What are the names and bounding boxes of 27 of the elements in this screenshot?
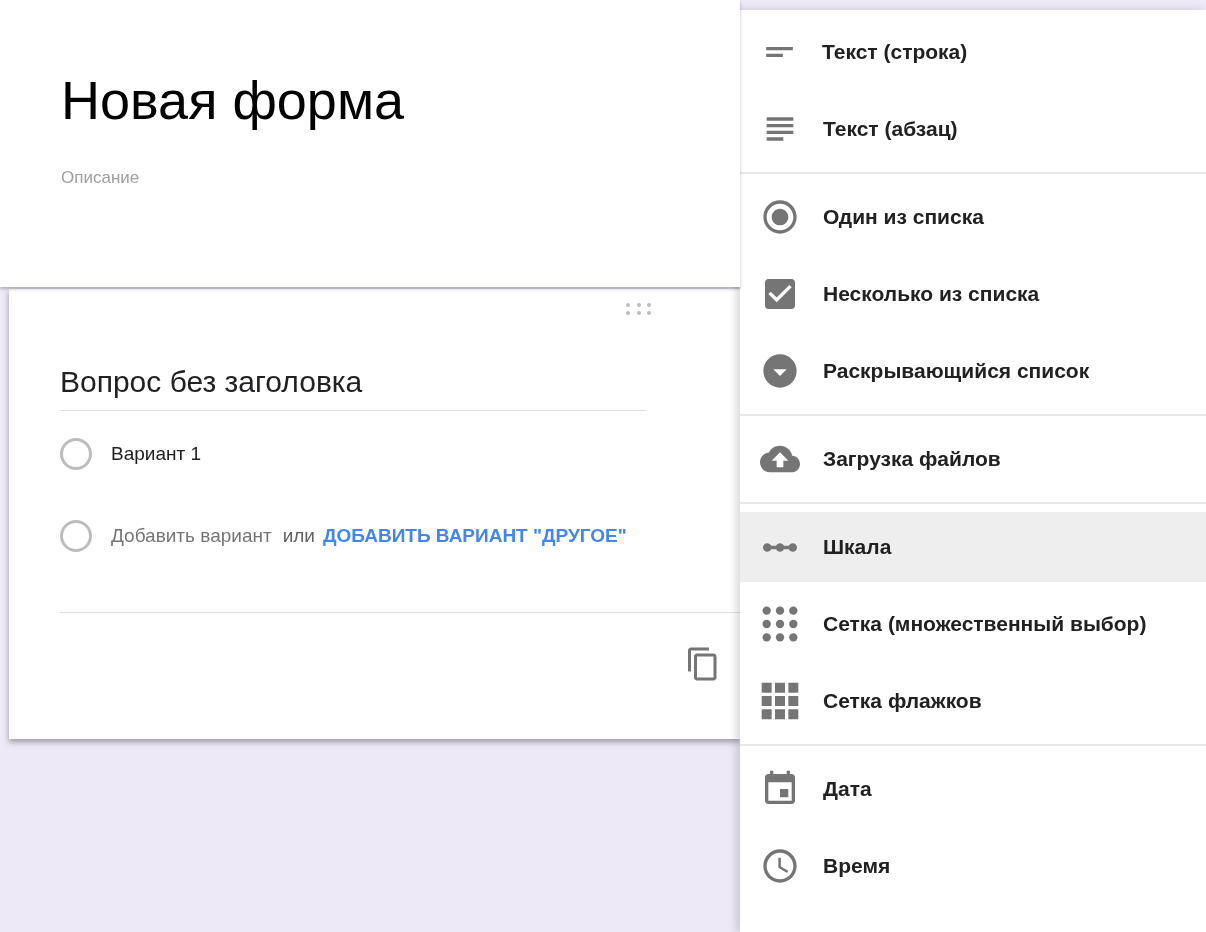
- form-title[interactable]: Новая форма: [61, 68, 405, 132]
- menu-item[interactable]: Шкала: [740, 512, 1206, 582]
- or-text: или: [282, 523, 315, 548]
- menu-item[interactable]: Текст (абзац): [740, 94, 1206, 164]
- menu-item[interactable]: Несколько из списка: [740, 259, 1206, 329]
- add-option-field[interactable]: Добавить вариант: [111, 521, 272, 551]
- square-grid-icon: [760, 681, 800, 721]
- add-other-link[interactable]: ДОБАВИТЬ ВАРИАНТ "ДРУГОЕ": [322, 521, 627, 551]
- dropdown-icon: [760, 351, 800, 391]
- question-title[interactable]: Вопрос без заголовка: [60, 359, 646, 411]
- clock-icon: [760, 846, 800, 886]
- menu-item[interactable]: Сетка флажков: [740, 666, 1206, 736]
- menu-item[interactable]: Загрузка файлов: [740, 424, 1206, 494]
- radio-button[interactable]: [60, 438, 92, 470]
- menu-item[interactable]: Один из списка: [740, 182, 1206, 252]
- menu-item[interactable]: Сетка (множественный выбор): [740, 589, 1206, 659]
- radio-button-icon: [760, 197, 800, 237]
- menu-item[interactable]: Текст (строка): [740, 17, 1206, 87]
- radio-button[interactable]: [60, 520, 92, 552]
- short-text-icon: [766, 47, 793, 57]
- option-label[interactable]: Вариант 1: [111, 439, 202, 469]
- menu-item[interactable]: Время: [740, 831, 1206, 901]
- description-field[interactable]: Описание: [61, 165, 661, 191]
- dot-grid-icon: [760, 604, 800, 644]
- linear-scale-icon: [763, 542, 797, 552]
- menu-item[interactable]: Раскрывающийся список: [740, 336, 1206, 406]
- menu-item[interactable]: Дата: [740, 754, 1206, 824]
